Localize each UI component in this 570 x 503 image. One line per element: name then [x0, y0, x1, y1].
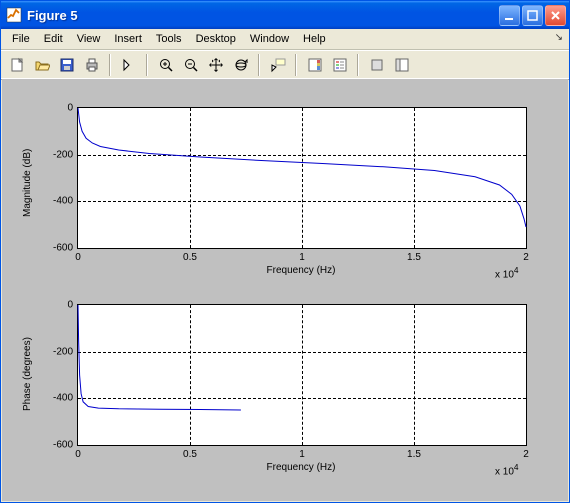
xtick: 1.5 — [407, 252, 421, 263]
axes1-ylabel: Magnitude (dB) — [22, 137, 33, 217]
menu-tools[interactable]: Tools — [149, 31, 189, 47]
phase-line — [78, 305, 526, 445]
axes2-ylabel: Phase (degrees) — [22, 331, 33, 411]
insert-colorbar-button[interactable] — [303, 54, 326, 76]
xtick: 1.5 — [407, 449, 421, 460]
menu-window[interactable]: Window — [243, 31, 296, 47]
menu-desktop[interactable]: Desktop — [189, 31, 243, 47]
ytick: -600 — [53, 440, 73, 451]
edit-plot-button[interactable] — [117, 54, 140, 76]
menu-edit[interactable]: Edit — [37, 31, 70, 47]
toolbar — [1, 50, 569, 80]
menu-insert[interactable]: Insert — [107, 31, 149, 47]
ytick: -400 — [53, 196, 73, 207]
ytick: -600 — [53, 243, 73, 254]
ytick: 0 — [67, 103, 73, 114]
show-plot-tools-button[interactable] — [390, 54, 413, 76]
zoom-in-button[interactable] — [154, 54, 177, 76]
xtick: 1 — [299, 449, 305, 460]
axes2-exponent: x 104 — [495, 462, 519, 477]
menu-help[interactable]: Help — [296, 31, 333, 47]
window-title: Figure 5 — [27, 8, 499, 23]
hide-plot-tools-button[interactable] — [365, 54, 388, 76]
pan-button[interactable] — [204, 54, 227, 76]
save-button[interactable] — [55, 54, 78, 76]
open-button[interactable] — [30, 54, 53, 76]
xtick: 0.5 — [183, 252, 197, 263]
print-button[interactable] — [80, 54, 103, 76]
xtick: 1 — [299, 252, 305, 263]
ytick: -200 — [53, 149, 73, 160]
menu-file[interactable]: File — [5, 31, 37, 47]
xtick: 2 — [523, 449, 529, 460]
matlab-figure-icon — [6, 7, 22, 23]
ytick: -200 — [53, 346, 73, 357]
menu-view[interactable]: View — [70, 31, 108, 47]
minimize-button[interactable] — [499, 5, 520, 26]
close-button[interactable] — [545, 5, 566, 26]
xtick: 0 — [75, 449, 81, 460]
xtick: 0 — [75, 252, 81, 263]
maximize-button[interactable] — [522, 5, 543, 26]
magnitude-line — [78, 108, 526, 248]
figure-canvas: Magnitude (dB) 0 -200 -400 -600 0 0.5 1 … — [2, 79, 568, 501]
zoom-out-button[interactable] — [179, 54, 202, 76]
xtick: 2 — [523, 252, 529, 263]
title-bar[interactable]: Figure 5 — [1, 1, 569, 29]
axes-phase[interactable]: 0 -200 -400 -600 0 0.5 1 1.5 2 — [77, 304, 527, 446]
menu-bar: File Edit View Insert Tools Desktop Wind… — [1, 29, 569, 50]
axes-magnitude[interactable]: 0 -200 -400 -600 0 0.5 1 1.5 2 — [77, 107, 527, 249]
axes1-xlabel: Frequency (Hz) — [77, 265, 525, 276]
axes1-exponent: x 104 — [495, 265, 519, 280]
xtick: 0.5 — [183, 449, 197, 460]
dock-icon[interactable]: ↘ — [555, 32, 563, 43]
ytick: -400 — [53, 393, 73, 404]
rotate-3d-button[interactable] — [229, 54, 252, 76]
new-figure-button[interactable] — [5, 54, 28, 76]
axes2-xlabel: Frequency (Hz) — [77, 462, 525, 473]
figure-window: Figure 5 File Edit View Insert Tools Des… — [0, 0, 570, 503]
insert-legend-button[interactable] — [328, 54, 351, 76]
data-cursor-button[interactable] — [266, 54, 289, 76]
ytick: 0 — [67, 300, 73, 311]
